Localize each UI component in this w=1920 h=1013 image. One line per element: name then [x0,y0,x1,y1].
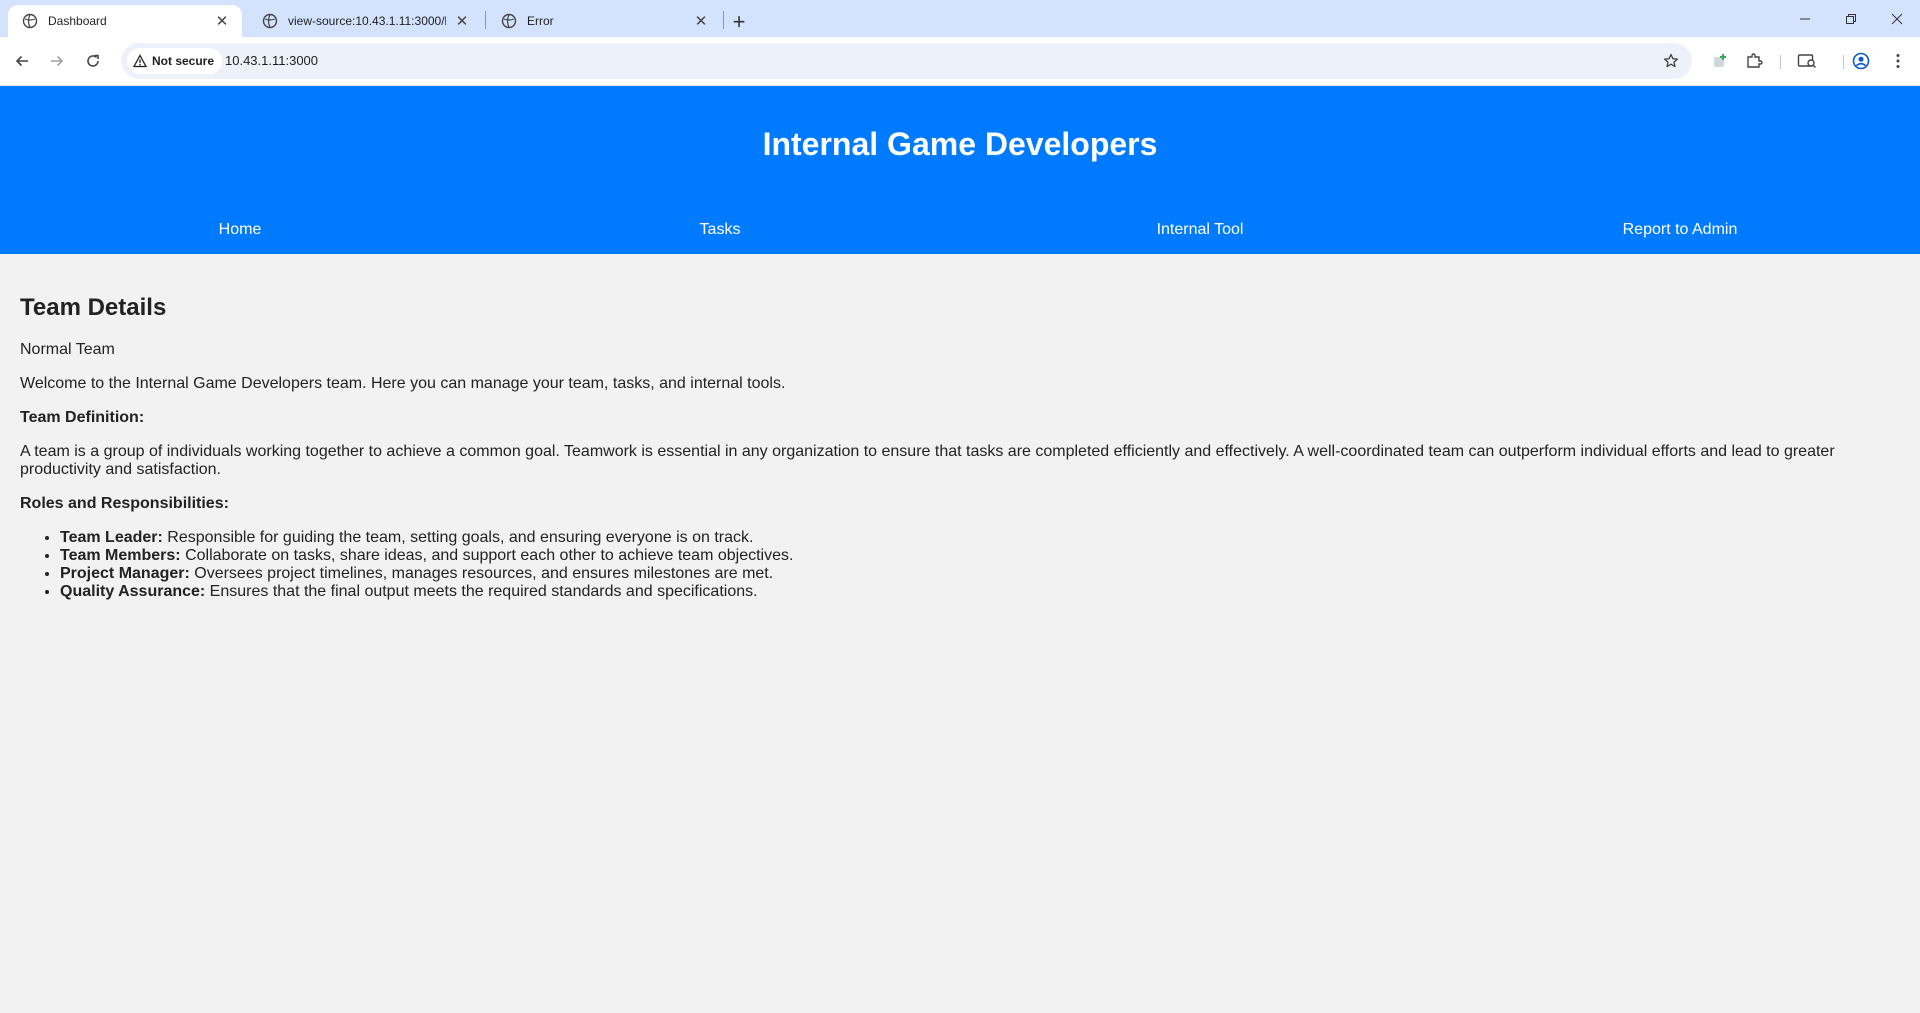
list-item: Project Manager: Oversees project timeli… [60,565,1900,583]
welcome-text: Welcome to the Internal Game Developers … [20,375,786,392]
address-bar[interactable]: Not secure 10.43.1.11:3000 [121,43,1692,79]
tab-error[interactable]: Error ✕ [487,5,721,37]
role-title: Team Members: [60,547,181,564]
tab-dashboard[interactable]: Dashboard ✕ [8,5,242,37]
tab-title: Error [527,14,554,28]
reload-icon [87,54,99,67]
bookmark-button[interactable] [1660,50,1682,72]
restore-icon [1846,13,1856,24]
star-icon [1663,53,1679,68]
close-tab-icon[interactable]: ✕ [212,11,232,31]
list-item: Team Members: Collaborate on tasks, shar… [60,547,1900,565]
minimize-icon [1800,18,1810,19]
puzzle-icon [1747,53,1763,68]
role-description: Ensures that the final output meets the … [205,583,758,600]
browser-toolbar: Not secure 10.43.1.11:3000 [0,37,1920,86]
restore-button[interactable] [1828,0,1874,37]
main-content: Team Details Normal Team Welcome to the … [20,294,1900,601]
kebab-menu-icon [1896,54,1900,68]
close-icon [1891,13,1903,24]
role-description: Collaborate on tasks, share ideas, and s… [180,547,794,564]
security-label: Not secure [152,54,215,68]
roles-heading: Roles and Responsibilities: [20,495,229,512]
forward-arrow-icon [51,55,64,67]
list-item: Quality Assurance: Ensures that the fina… [60,583,1900,601]
roles-list: Team Leader: Responsible for guiding the… [20,529,1900,601]
cast-search-icon [1797,54,1816,68]
globe-icon [501,13,517,29]
nav-tasks[interactable]: Tasks [480,218,960,242]
nav-internal-tool[interactable]: Internal Tool [960,218,1440,242]
profile-icon [1852,52,1870,70]
security-chip[interactable]: Not secure [127,48,223,74]
minimize-button[interactable] [1782,0,1828,37]
definition-heading: Team Definition: [20,409,145,426]
toolbar-separator [1780,55,1781,69]
extensions-button[interactable] [1741,48,1767,74]
close-window-button[interactable] [1874,0,1920,37]
toolbar-separator [1843,55,1844,69]
media-button[interactable] [1794,48,1820,74]
back-button[interactable] [8,47,36,75]
close-tab-icon[interactable]: ✕ [452,11,472,31]
tab-view-source[interactable]: view-source:10.43.1.11:3000/log ✕ [248,5,482,37]
globe-icon [22,13,38,29]
tab-separator [723,11,724,29]
list-item: Team Leader: Responsible for guiding the… [60,529,1900,547]
forward-button[interactable] [43,47,71,75]
site-title: Internal Game Developers [762,126,1158,162]
site-header: Internal Game Developers Home Tasks Inte… [0,86,1920,254]
role-description: Oversees project timelines, manages reso… [189,565,774,582]
extension-button[interactable] [1707,48,1733,74]
globe-icon [262,13,278,29]
url-text[interactable]: 10.43.1.11:3000 [225,53,318,68]
page-heading: Team Details [20,294,167,321]
role-description: Responsible for guiding the team, settin… [162,529,754,546]
tab-separator [485,11,486,29]
role-title: Quality Assurance: [60,583,206,600]
role-title: Project Manager: [60,565,190,582]
nav-report-to-admin[interactable]: Report to Admin [1440,218,1920,242]
main-nav: Home Tasks Internal Tool Report to Admin [0,218,1920,242]
back-arrow-icon [15,55,28,67]
new-tab-button[interactable]: + [725,8,753,36]
team-name: Normal Team [20,341,115,358]
profile-button[interactable] [1848,48,1874,74]
close-tab-icon[interactable]: ✕ [691,11,711,31]
menu-button[interactable] [1885,48,1911,74]
role-title: Team Leader: [60,529,163,546]
tab-title: view-source:10.43.1.11:3000/log [288,14,446,28]
definition-text: A team is a group of individuals working… [20,443,1835,478]
tab-strip: Dashboard ✕ view-source:10.43.1.11:3000/… [0,0,1920,37]
extension-plus-icon [1714,54,1726,67]
tab-title: Dashboard [48,14,107,28]
warning-icon [133,54,147,68]
nav-home[interactable]: Home [0,218,480,242]
reload-button[interactable] [79,47,107,75]
